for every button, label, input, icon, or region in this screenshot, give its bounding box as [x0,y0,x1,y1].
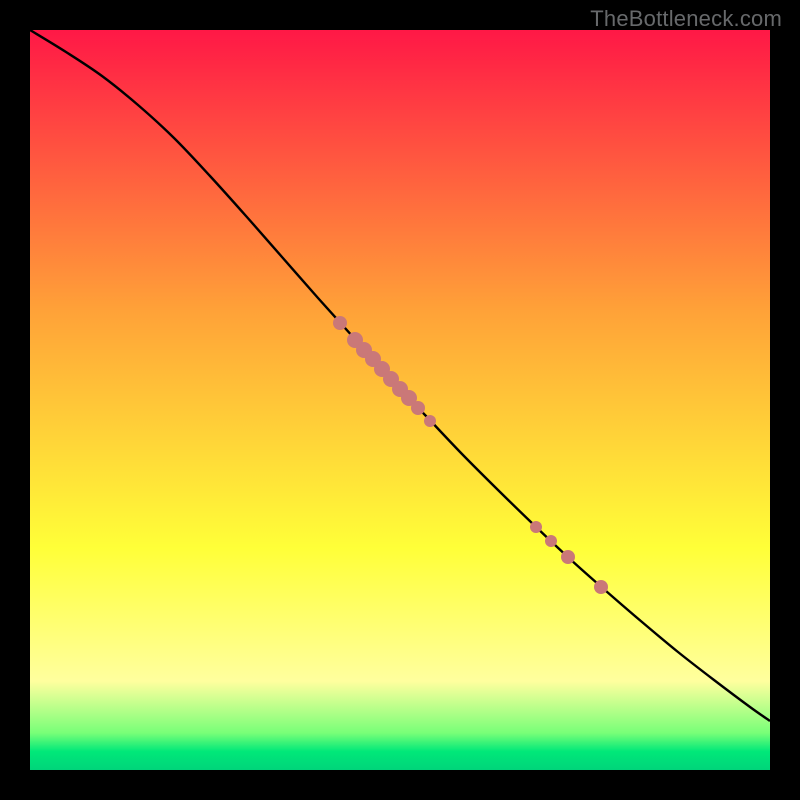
data-point [561,550,575,564]
data-point [545,535,557,547]
chart-stage: TheBottleneck.com [0,0,800,800]
data-point [424,415,436,427]
plot-background [30,30,770,770]
data-point [530,521,542,533]
data-point [411,401,425,415]
watermark-text: TheBottleneck.com [590,6,782,32]
data-point [333,316,347,330]
data-point [594,580,608,594]
bottleneck-chart [0,0,800,800]
